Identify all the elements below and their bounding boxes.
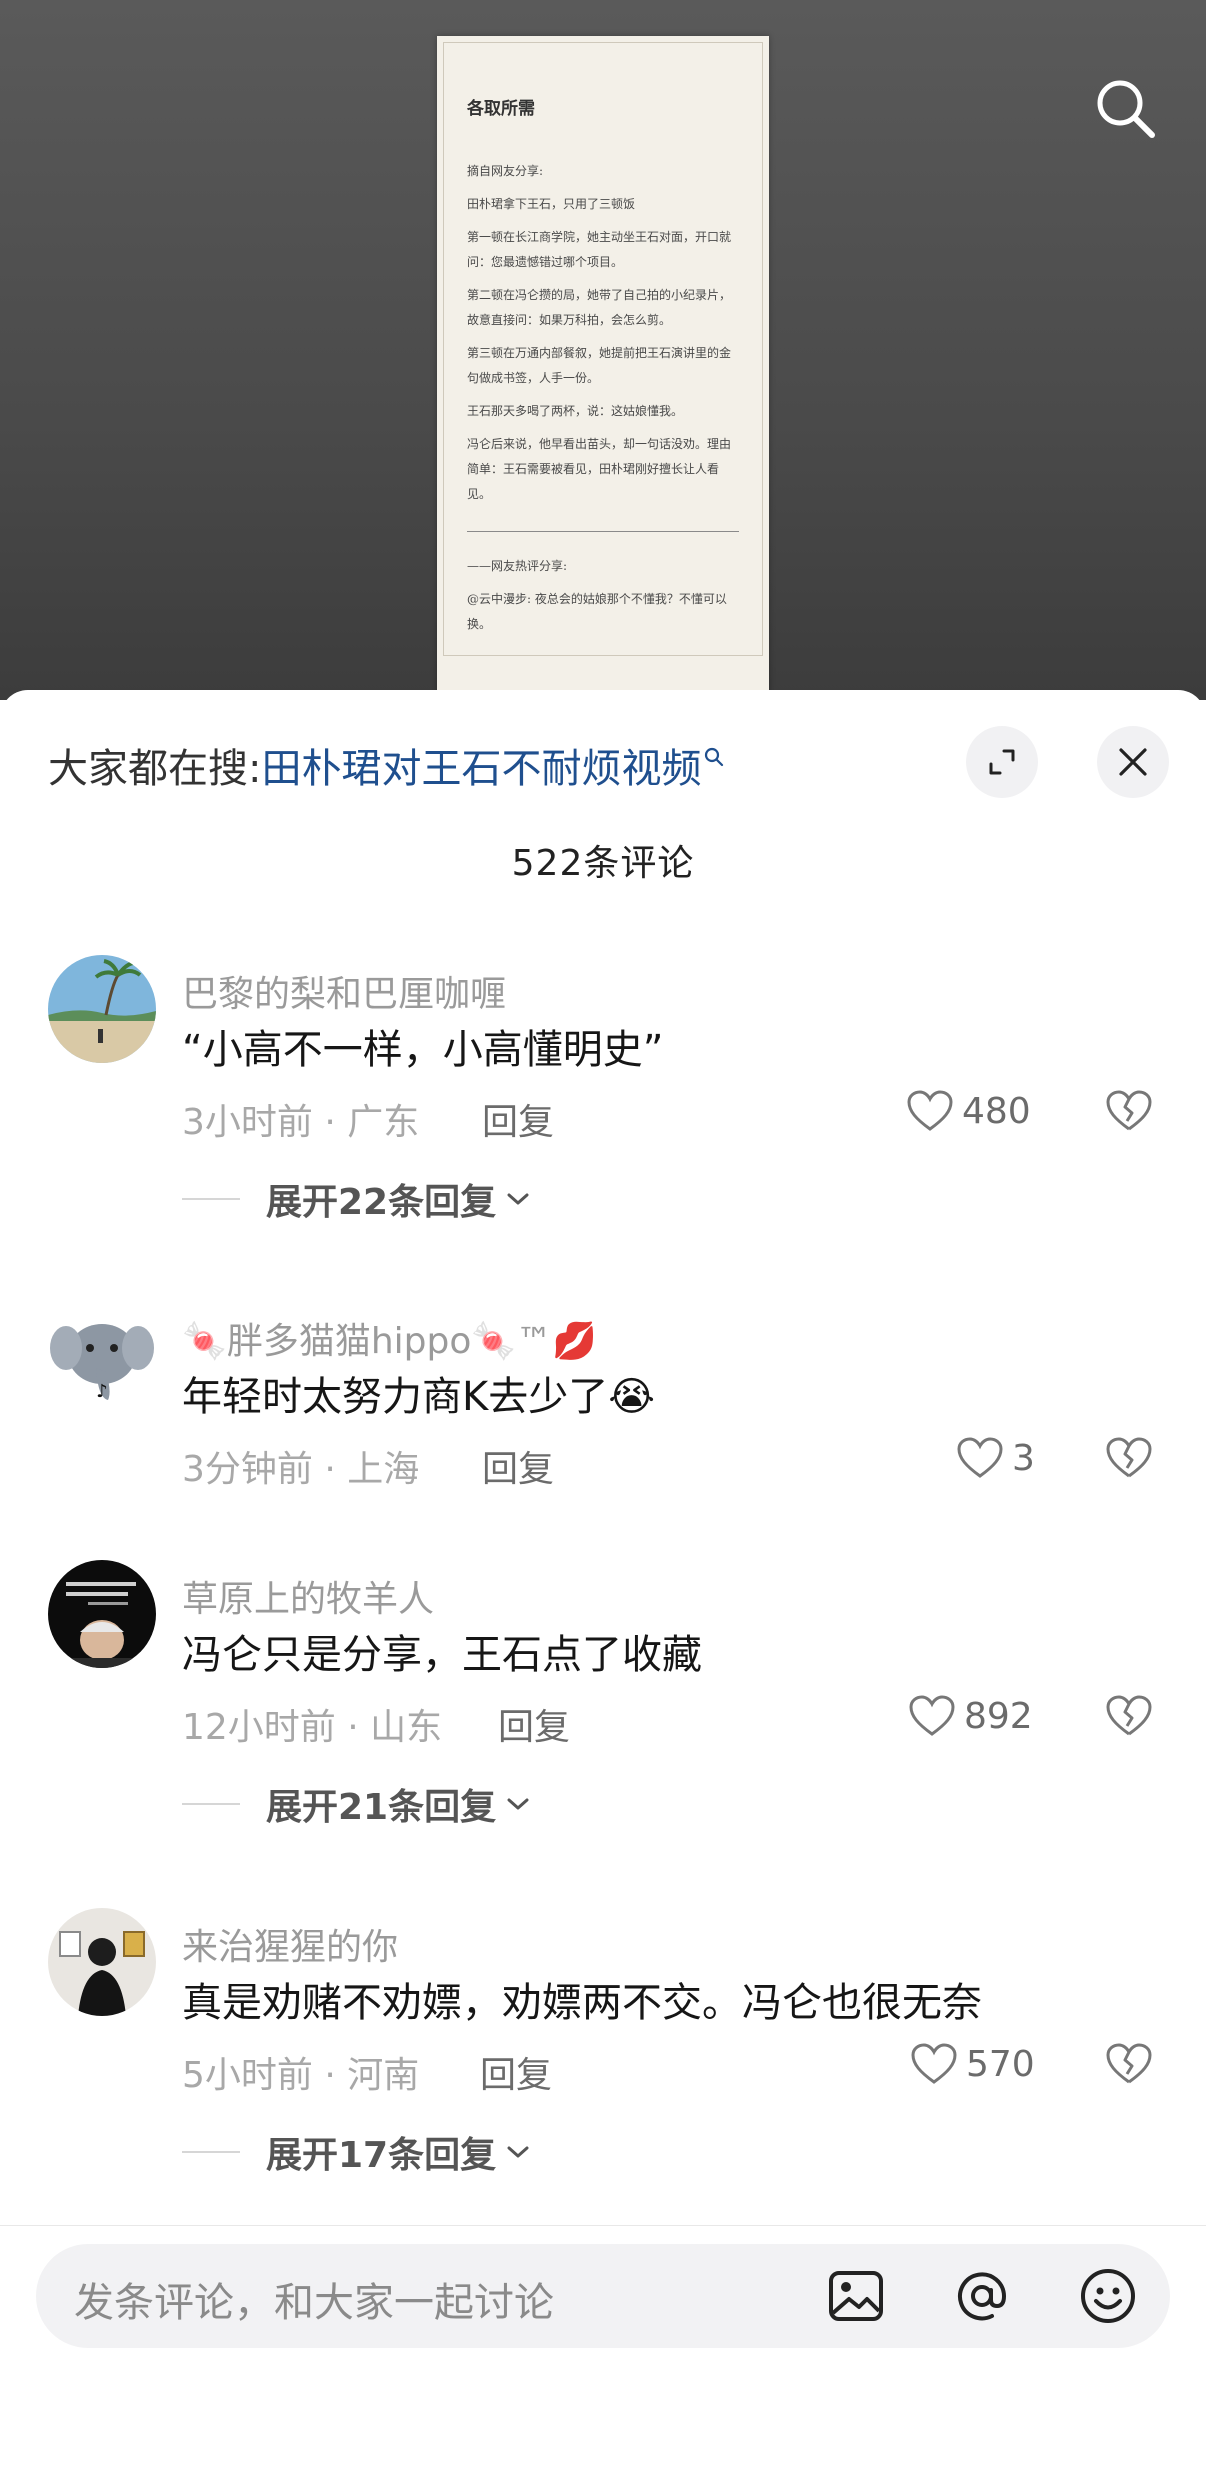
like-count: 892 xyxy=(964,1695,1033,1737)
comment-username[interactable]: 🍬胖多猫猫hippo🍬™💋 xyxy=(182,1312,597,1364)
comment-username[interactable]: 巴黎的梨和巴厘咖喱 xyxy=(182,965,506,1017)
dislike-button[interactable] xyxy=(1105,2042,1153,2090)
expand-button[interactable] xyxy=(966,726,1038,798)
hot-search-query[interactable]: 田朴珺对王石不耐烦视频 xyxy=(261,746,701,792)
like-count: 3 xyxy=(1012,1437,1035,1479)
comment-count: 522条评论 xyxy=(511,843,695,884)
expand-replies-label: 展开22条回复 xyxy=(266,1182,497,1223)
chevron-down-icon xyxy=(507,2146,529,2158)
avatar[interactable]: ♪ xyxy=(48,1302,156,1410)
article-image: 各取所需 摘自网友分享: 田朴珺拿下王石，只用了三顿饭 第一顿在长江商学院，她主… xyxy=(437,36,769,700)
avatar[interactable] xyxy=(48,1908,156,2016)
comment-text: 冯仑只是分享，王石点了收藏 xyxy=(182,1632,702,1678)
article-title: 各取所需 xyxy=(467,99,535,119)
search-icon xyxy=(705,747,724,766)
dislike-button[interactable] xyxy=(1105,1436,1153,1484)
article-paragraph: 王石那天多喝了两杯，说：这姑娘懂我。 xyxy=(467,404,684,418)
article-footer-text: @云中漫步: 夜总会的姑娘那个不懂我？不懂可以换。 xyxy=(467,592,727,631)
comment-text: “小高不一样，小高懂明史” xyxy=(182,1027,664,1073)
avatar[interactable] xyxy=(48,1560,156,1668)
article-paragraph: 第一顿在长江商学院，她主动坐王石对面，开口就问：您最遗憾错过哪个项目。 xyxy=(467,230,732,269)
heart-icon xyxy=(909,1695,955,1736)
article-paragraph: 第二顿在冯仑攒的局，她带了自己拍的小纪录片，故意直接问：如果万科拍，会怎么剪。 xyxy=(467,288,732,327)
heart-icon xyxy=(907,1090,953,1131)
comment-time-location: 3分钟前 · 上海 xyxy=(182,1449,420,1490)
comment-input-placeholder: 发条评论，和大家一起讨论 xyxy=(74,2280,554,2326)
broken-heart-icon xyxy=(1106,1695,1152,1736)
comment-time-location: 5小时前 · 河南 xyxy=(182,2055,420,2096)
comment-time-location: 12小时前 · 山东 xyxy=(182,1707,443,1748)
article-paragraph: 田朴珺拿下王石，只用了三顿饭 xyxy=(467,197,636,211)
heart-icon xyxy=(911,2043,957,2084)
comment-sheet: 大家都在搜:田朴珺对王石不耐烦视频 522条评论 巴黎的梨和巴厘咖喱 “小高不一 xyxy=(0,690,1206,2473)
expand-replies[interactable]: 展开17条回复 xyxy=(182,2126,530,2178)
search-button[interactable] xyxy=(1085,68,1165,148)
article-paragraph: 冯仑后来说，他早看出苗头，却一句话没劝。理由简单：王石需要被看见，田朴珺刚好擅长… xyxy=(467,437,732,501)
heart-icon xyxy=(957,1437,1003,1478)
dislike-button[interactable] xyxy=(1105,1089,1153,1137)
comment-username[interactable]: 草原上的牧羊人 xyxy=(182,1570,434,1622)
at-icon xyxy=(958,2272,1007,2321)
broken-heart-icon xyxy=(1106,1437,1152,1478)
expand-icon xyxy=(989,749,1015,775)
image-button[interactable] xyxy=(822,2262,890,2330)
hot-search-prefix: 大家都在搜: xyxy=(48,746,262,792)
hot-search-bar[interactable]: 大家都在搜:田朴珺对王石不耐烦视频 xyxy=(48,736,725,794)
expand-replies[interactable]: 展开21条回复 xyxy=(182,1778,530,1830)
like-button[interactable]: 3 xyxy=(956,1436,1035,1480)
expand-replies[interactable]: 展开22条回复 xyxy=(182,1173,530,1225)
expand-line xyxy=(182,1198,240,1200)
dislike-button[interactable] xyxy=(1105,1694,1153,1742)
svg-text:♪: ♪ xyxy=(96,1381,108,1402)
reply-button[interactable]: 回复 xyxy=(482,1440,554,1492)
expand-line xyxy=(182,1803,240,1805)
expand-line xyxy=(182,2151,240,2153)
article-paragraph: 第三顿在万通内部餐叙，她提前把王石演讲里的金句做成书签，人手一份。 xyxy=(467,346,732,385)
expand-replies-label: 展开21条回复 xyxy=(266,1787,497,1828)
broken-heart-icon xyxy=(1106,1090,1152,1131)
like-button[interactable]: 892 xyxy=(908,1694,1033,1738)
mention-button[interactable] xyxy=(948,2262,1016,2330)
close-icon xyxy=(1119,748,1147,776)
comment-time-location: 3小时前 · 广东 xyxy=(182,1102,420,1143)
input-divider xyxy=(0,2225,1206,2226)
chevron-down-icon xyxy=(507,1798,529,1810)
reply-button[interactable]: 回复 xyxy=(480,2046,552,2098)
like-count: 570 xyxy=(966,2043,1035,2085)
article-footer-heading: ——网友热评分享: xyxy=(467,559,568,573)
comment-text: 年轻时太努力商K去少了😭 xyxy=(182,1374,655,1420)
image-icon xyxy=(829,2271,883,2321)
like-count: 480 xyxy=(962,1090,1031,1132)
video-preview[interactable]: 各取所需 摘自网友分享: 田朴珺拿下王石，只用了三顿饭 第一顿在长江商学院，她主… xyxy=(0,0,1206,700)
expand-replies-label: 展开17条回复 xyxy=(266,2135,497,2176)
close-button[interactable] xyxy=(1097,726,1169,798)
like-button[interactable]: 570 xyxy=(910,2042,1035,2086)
like-button[interactable]: 480 xyxy=(906,1089,1031,1133)
chevron-down-icon xyxy=(507,1193,529,1205)
reply-button[interactable]: 回复 xyxy=(498,1698,570,1750)
article-divider xyxy=(467,531,739,532)
search-icon xyxy=(1097,80,1155,138)
emoji-button[interactable] xyxy=(1074,2262,1142,2330)
comment-input[interactable]: 发条评论，和大家一起讨论 xyxy=(36,2244,1170,2348)
article-paragraph: 摘自网友分享: xyxy=(467,164,544,178)
emoji-icon xyxy=(1081,2269,1135,2323)
avatar[interactable] xyxy=(48,955,156,1063)
comment-text: 真是劝赌不劝嫖，劝嫖两不交。冯仑也很无奈 xyxy=(182,1980,982,2026)
reply-button[interactable]: 回复 xyxy=(482,1093,554,1145)
broken-heart-icon xyxy=(1106,2043,1152,2084)
comment-username[interactable]: 来治猩猩的你 xyxy=(182,1918,398,1970)
